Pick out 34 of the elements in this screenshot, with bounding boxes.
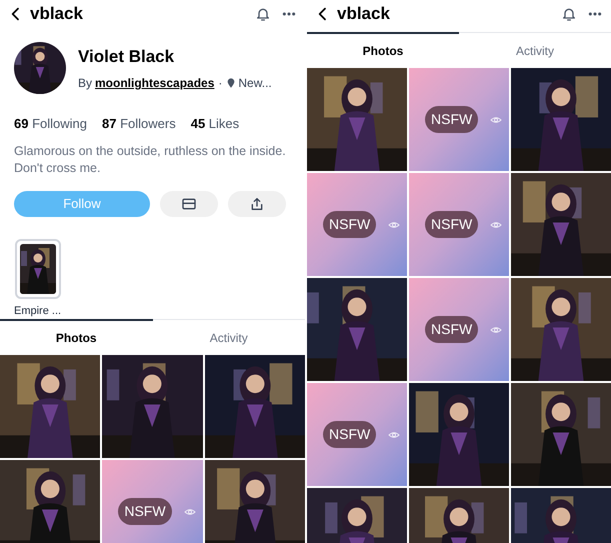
bell-icon[interactable]	[561, 6, 577, 22]
collection-thumbnail[interactable]	[14, 238, 61, 298]
creator-link[interactable]: moonlightescapades	[95, 74, 214, 92]
blurred-tile[interactable]: NSFW	[307, 383, 407, 486]
blurred-tile[interactable]: NSFW	[409, 68, 509, 171]
blurred-tile[interactable]: NSFW	[409, 173, 509, 276]
nsfw-badge: NSFW	[118, 498, 172, 525]
share-button[interactable]	[228, 190, 286, 216]
by-label: By	[78, 74, 92, 92]
profile-name: Violet Black	[78, 46, 176, 68]
blurred-tile[interactable]: NSFW	[102, 460, 203, 543]
location-pin-icon	[226, 78, 236, 88]
blurred-tile[interactable]: NSFW	[409, 278, 509, 381]
nsfw-badge: NSFW	[425, 316, 478, 343]
stat-link[interactable]: 69 Following	[14, 114, 87, 134]
nsfw-badge: NSFW	[425, 211, 478, 238]
message-button[interactable]	[160, 190, 218, 216]
profile-handle: vblack	[337, 3, 390, 26]
nsfw-badge: NSFW	[425, 106, 478, 133]
collection-label: Empire ...	[14, 304, 62, 318]
bell-icon[interactable]	[255, 6, 271, 22]
separator-dot: ·	[218, 74, 222, 92]
profile-handle: vblack	[30, 3, 83, 26]
blurred-tile[interactable]: NSFW	[307, 173, 407, 276]
share-icon	[249, 196, 265, 212]
stat-link[interactable]: 87 Followers	[102, 114, 176, 134]
mail-icon	[181, 196, 197, 212]
stat-link[interactable]: 45 Likes	[190, 114, 240, 134]
location-text: New...	[238, 74, 272, 92]
nsfw-badge: NSFW	[323, 421, 376, 448]
nsfw-badge: NSFW	[323, 211, 376, 238]
tab[interactable]: Activity	[152, 319, 305, 355]
tab[interactable]: Activity	[459, 32, 611, 68]
bio-text: Glamorous on the outside, ruthless on the inside. Don't cross me.	[13, 142, 287, 176]
